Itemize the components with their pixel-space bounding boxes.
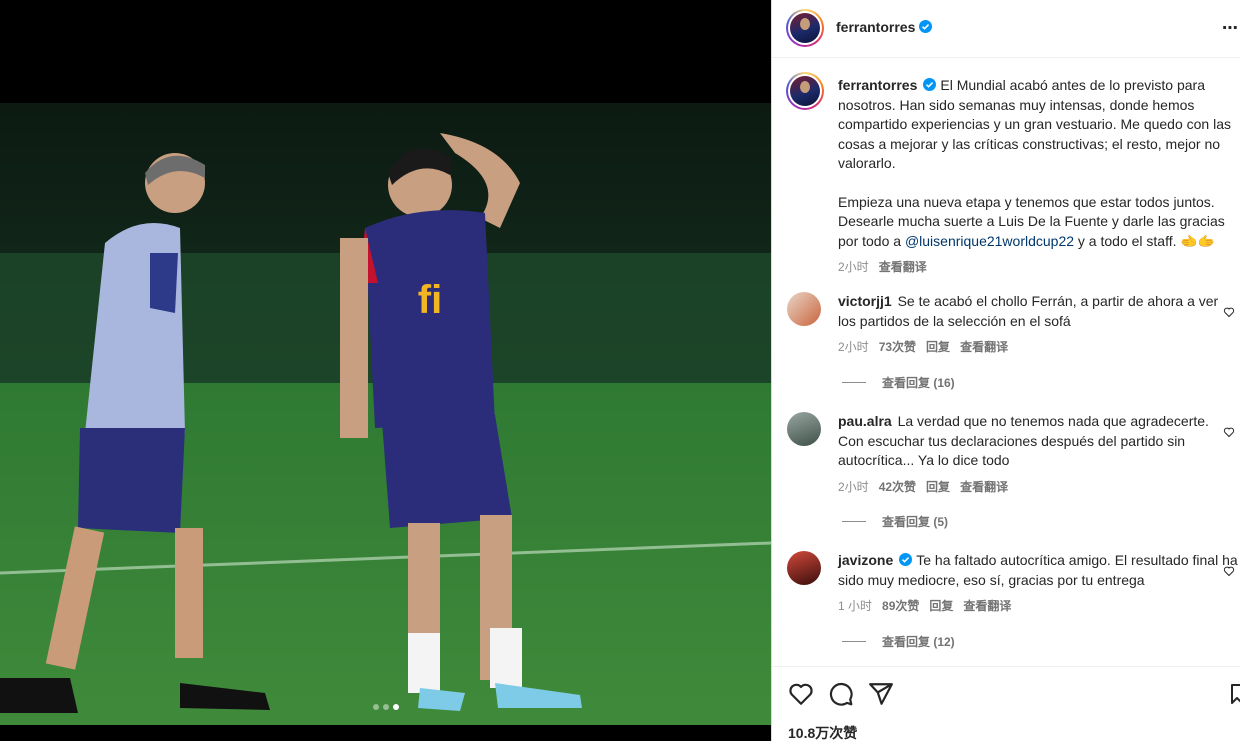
- verified-badge-icon: [899, 553, 913, 566]
- verified-badge-icon: [923, 78, 937, 91]
- comment-text: Te ha faltado autocrítica amigo. El resu…: [838, 552, 1238, 588]
- more-options-icon[interactable]: ⋯: [1222, 18, 1239, 38]
- comment-body: javizone Te ha faltado autocrítica amigo.…: [838, 551, 1238, 617]
- reply-button[interactable]: 回复: [926, 480, 950, 494]
- author-username[interactable]: ferrantorres: [836, 19, 915, 35]
- comment-username[interactable]: victorjj1: [838, 293, 892, 309]
- view-replies-button[interactable]: 查看回复 (12): [842, 633, 955, 650]
- comment-meta: 1 小时 89次赞 回复 查看翻译: [838, 597, 1238, 617]
- comment-likes[interactable]: 89次赞: [882, 599, 919, 613]
- heart-icon[interactable]: [788, 681, 814, 707]
- view-replies-button[interactable]: 查看回复 (16): [842, 374, 955, 391]
- post-actions: 10.8万次赞: [772, 666, 1240, 742]
- verified-badge-icon: [919, 20, 933, 33]
- post-photo: fi: [0, 103, 771, 725]
- comment-body: victorjj1 Se te acabó el chollo Ferrán, …: [838, 292, 1238, 358]
- caption-translate-button[interactable]: 查看翻译: [879, 260, 927, 274]
- caption-avatar[interactable]: [786, 72, 824, 110]
- caption-meta: 2小时 查看翻译: [838, 258, 1238, 278]
- post-header: ferrantorres ⋯: [772, 0, 1240, 58]
- comment-text: La verdad que no tenemos nada que agrade…: [838, 413, 1209, 468]
- comment-meta: 2小时 42次赞 回复 查看翻译: [838, 478, 1238, 498]
- comment-body: pau.alra La verdad que no tenemos nada q…: [838, 412, 1238, 497]
- comment-likes[interactable]: 42次赞: [879, 480, 916, 494]
- carousel-dot-active[interactable]: [392, 704, 399, 710]
- reply-button[interactable]: 回复: [926, 340, 950, 354]
- comment-time[interactable]: 2小时: [838, 340, 869, 354]
- comment-avatar[interactable]: [787, 551, 821, 585]
- comment-avatar[interactable]: [787, 292, 821, 326]
- caption-body: ferrantorres El Mundial acabó antes de lo…: [838, 76, 1238, 278]
- share-icon[interactable]: [868, 681, 894, 707]
- bookmark-icon[interactable]: [1230, 681, 1240, 707]
- comment-time[interactable]: 1 小时: [838, 599, 872, 613]
- comment-meta: 2小时 73次赞 回复 查看翻译: [838, 338, 1238, 358]
- svg-text:fi: fi: [418, 278, 442, 322]
- likes-count[interactable]: 10.8万次赞: [788, 723, 857, 743]
- comment-like-icon[interactable]: [1223, 565, 1235, 577]
- reply-button[interactable]: 回复: [929, 599, 953, 613]
- comment-text: Se te acabó el chollo Ferrán, a partir d…: [838, 293, 1219, 329]
- comments-scroll[interactable]: ferrantorres El Mundial acabó antes de lo…: [772, 58, 1240, 666]
- comment-translate-button[interactable]: 查看翻译: [963, 599, 1011, 613]
- carousel-dots: [0, 704, 771, 710]
- comment-avatar[interactable]: [787, 412, 821, 446]
- comment-translate-button[interactable]: 查看翻译: [960, 480, 1008, 494]
- caption-text-p2-end: y a todo el staff. 🫲🫱: [1074, 232, 1216, 249]
- author-avatar[interactable]: [786, 9, 824, 47]
- comment-time[interactable]: 2小时: [838, 480, 869, 494]
- caption-username[interactable]: ferrantorres: [838, 77, 917, 93]
- caption-mention-link[interactable]: @luisenrique21worldcup22: [905, 233, 1074, 249]
- caption-time[interactable]: 2小时: [838, 260, 869, 274]
- comment-like-icon[interactable]: [1223, 426, 1235, 438]
- comment-translate-button[interactable]: 查看翻译: [960, 340, 1008, 354]
- comment-username[interactable]: javizone: [838, 552, 893, 568]
- carousel-dot[interactable]: [382, 704, 389, 710]
- post-panel: ferrantorres ⋯ ferrantorres El Mundial ac…: [771, 0, 1240, 741]
- post-media[interactable]: fi: [0, 0, 771, 741]
- carousel-dot[interactable]: [372, 704, 379, 710]
- view-replies-button[interactable]: 查看回复 (5): [842, 513, 948, 530]
- comment-like-icon[interactable]: [1223, 306, 1235, 318]
- comment-username[interactable]: pau.alra: [838, 413, 892, 429]
- comment-likes[interactable]: 73次赞: [879, 340, 916, 354]
- comment-icon[interactable]: [828, 681, 854, 707]
